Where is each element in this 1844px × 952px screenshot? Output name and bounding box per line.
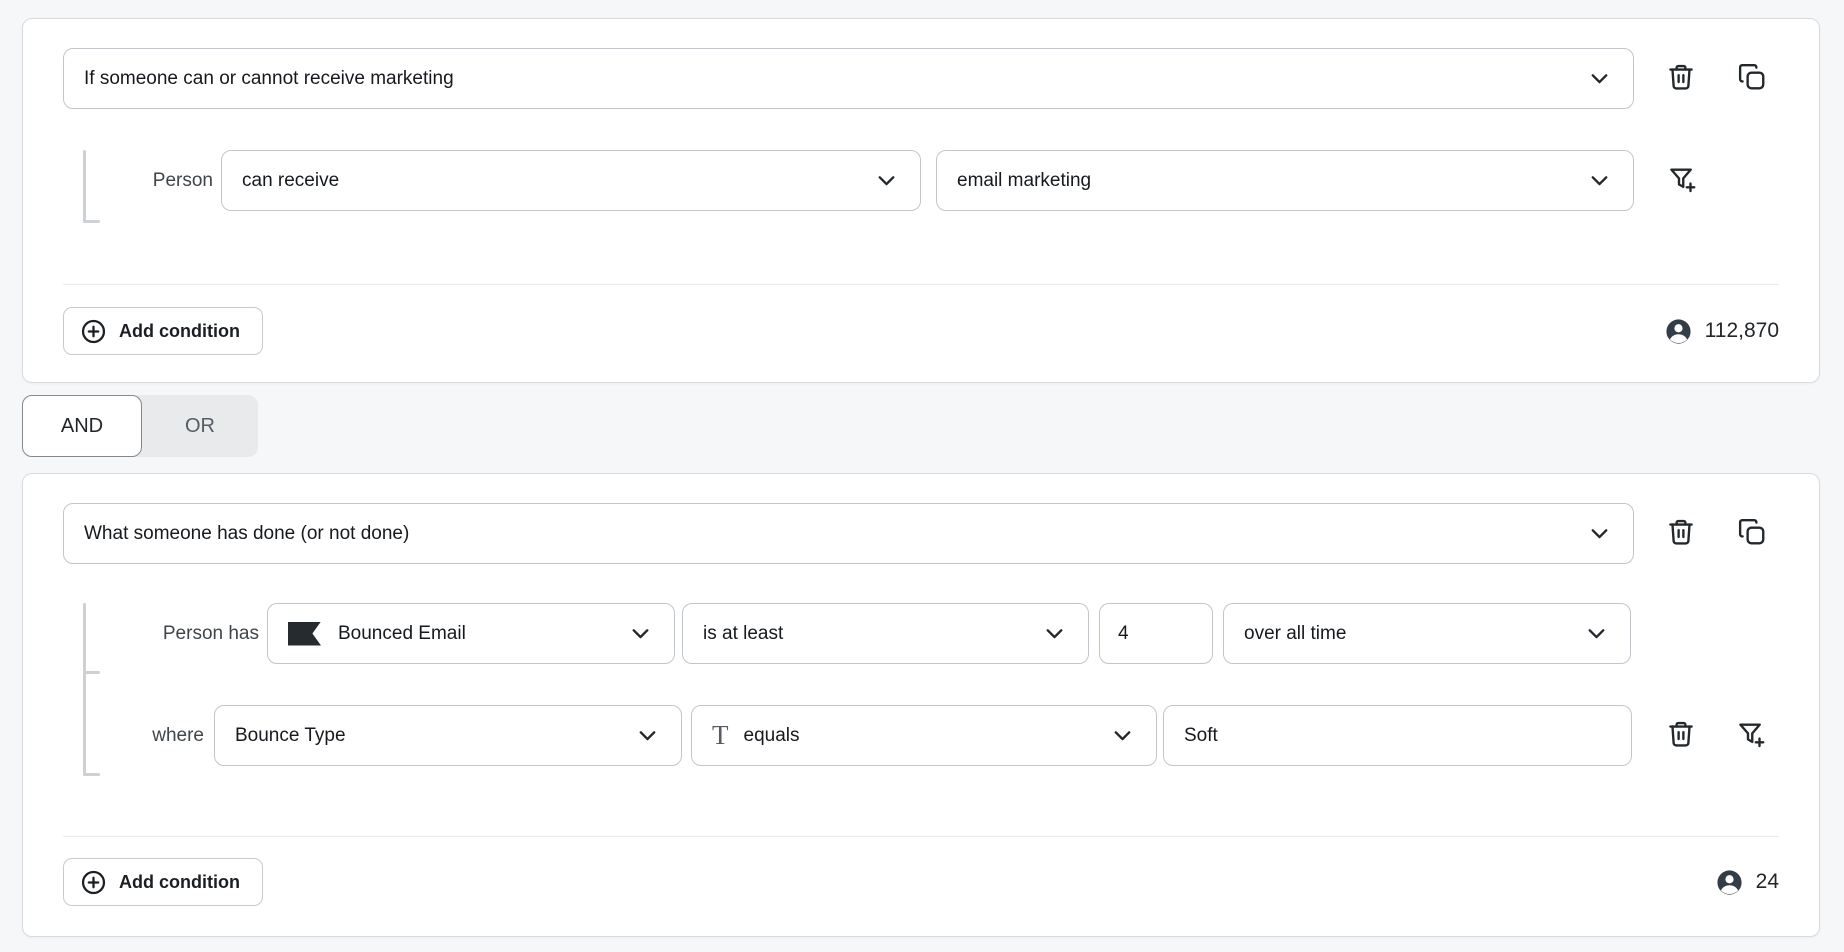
consent-verb-select[interactable]: can receive	[221, 150, 921, 211]
timeframe-select[interactable]: over all time	[1223, 603, 1631, 664]
delete-group-button[interactable]	[1665, 62, 1697, 96]
event-attribute-select[interactable]: Bounce Type	[214, 705, 682, 766]
delete-filter-button[interactable]	[1665, 719, 1697, 753]
flag-icon	[288, 622, 321, 646]
add-condition-label: Add condition	[119, 872, 240, 893]
person-circle-icon	[1664, 317, 1693, 346]
delete-group-button[interactable]	[1665, 517, 1697, 551]
tree-connector-tick	[83, 220, 100, 223]
person-circle-icon	[1715, 868, 1744, 897]
marketing-channel-value: email marketing	[957, 170, 1091, 192]
condition-group-2-footer: Add condition 24	[63, 858, 1779, 906]
audience-count: 112,870	[1664, 317, 1779, 346]
filter-where-label: where	[63, 725, 204, 747]
filter-plus-icon	[1736, 718, 1766, 753]
group-joiner-toggle: AND OR	[22, 395, 258, 457]
condition-subject-label: Person	[63, 170, 213, 192]
condition-group-2-header: What someone has done (or not done)	[63, 503, 1779, 564]
plus-circle-icon	[80, 869, 119, 896]
condition-type-select[interactable]: What someone has done (or not done)	[63, 503, 1634, 564]
condition-group-2: What someone has done (or not done) Pers…	[22, 473, 1820, 937]
attribute-operator-value: equals	[744, 725, 800, 747]
chevron-down-icon	[627, 620, 654, 647]
condition-row: Person can receive email marketing	[63, 150, 1779, 211]
add-filter-button[interactable]	[1666, 164, 1698, 198]
chevron-down-icon	[1109, 722, 1136, 749]
condition-group-1-footer: Add condition 112,870	[63, 307, 1779, 355]
attribute-value-input[interactable]	[1163, 705, 1632, 766]
chevron-down-icon	[1586, 167, 1613, 194]
joiner-or-button[interactable]: OR	[142, 395, 258, 457]
condition-group-1-header: If someone can or cannot receive marketi…	[63, 48, 1779, 109]
marketing-channel-select[interactable]: email marketing	[936, 150, 1634, 211]
group-divider	[63, 284, 1779, 285]
add-condition-button[interactable]: Add condition	[63, 858, 263, 906]
text-type-icon: T	[712, 722, 729, 749]
consent-verb-value: can receive	[242, 170, 339, 192]
duplicate-group-button[interactable]	[1736, 517, 1768, 551]
group-divider	[63, 836, 1779, 837]
add-filter-button[interactable]	[1735, 719, 1767, 753]
tree-connector-tick	[83, 773, 100, 776]
chevron-down-icon	[1586, 520, 1613, 547]
event-condition-row: Person has Bounced Email is at least ove…	[63, 603, 1779, 664]
event-count-input[interactable]	[1099, 603, 1213, 664]
condition-type-value: If someone can or cannot receive marketi…	[84, 68, 454, 90]
condition-group-1-body: Person can receive email marketing	[63, 150, 1779, 355]
attribute-operator-select[interactable]: T equals	[691, 705, 1157, 766]
audience-count: 24	[1715, 868, 1779, 897]
event-count-operator-select[interactable]: is at least	[682, 603, 1089, 664]
chevron-down-icon	[1041, 620, 1068, 647]
add-condition-label: Add condition	[119, 321, 240, 342]
joiner-and-button[interactable]: AND	[22, 395, 142, 457]
event-select[interactable]: Bounced Email	[267, 603, 675, 664]
trash-icon	[1666, 718, 1696, 753]
event-filter-row: where Bounce Type T equals	[63, 705, 1779, 766]
filter-plus-icon	[1667, 163, 1697, 198]
chevron-down-icon	[1586, 65, 1613, 92]
event-count-operator-value: is at least	[703, 623, 783, 645]
audience-count-value: 112,870	[1705, 319, 1779, 343]
condition-subject-label: Person has	[63, 623, 259, 645]
chevron-down-icon	[873, 167, 900, 194]
trash-icon	[1666, 516, 1696, 551]
condition-group-2-body: Person has Bounced Email is at least ove…	[63, 603, 1779, 906]
chevron-down-icon	[634, 722, 661, 749]
timeframe-value: over all time	[1244, 623, 1346, 645]
trash-icon	[1666, 61, 1696, 96]
plus-circle-icon	[80, 318, 119, 345]
add-condition-button[interactable]: Add condition	[63, 307, 263, 355]
condition-type-value: What someone has done (or not done)	[84, 523, 409, 545]
condition-group-1: If someone can or cannot receive marketi…	[22, 18, 1820, 383]
event-value: Bounced Email	[338, 623, 466, 645]
event-attribute-value: Bounce Type	[235, 725, 346, 747]
tree-connector-tick	[83, 671, 100, 674]
audience-count-value: 24	[1756, 870, 1779, 894]
copy-icon	[1737, 61, 1767, 96]
condition-type-select[interactable]: If someone can or cannot receive marketi…	[63, 48, 1634, 109]
chevron-down-icon	[1583, 620, 1610, 647]
duplicate-group-button[interactable]	[1736, 62, 1768, 96]
copy-icon	[1737, 516, 1767, 551]
